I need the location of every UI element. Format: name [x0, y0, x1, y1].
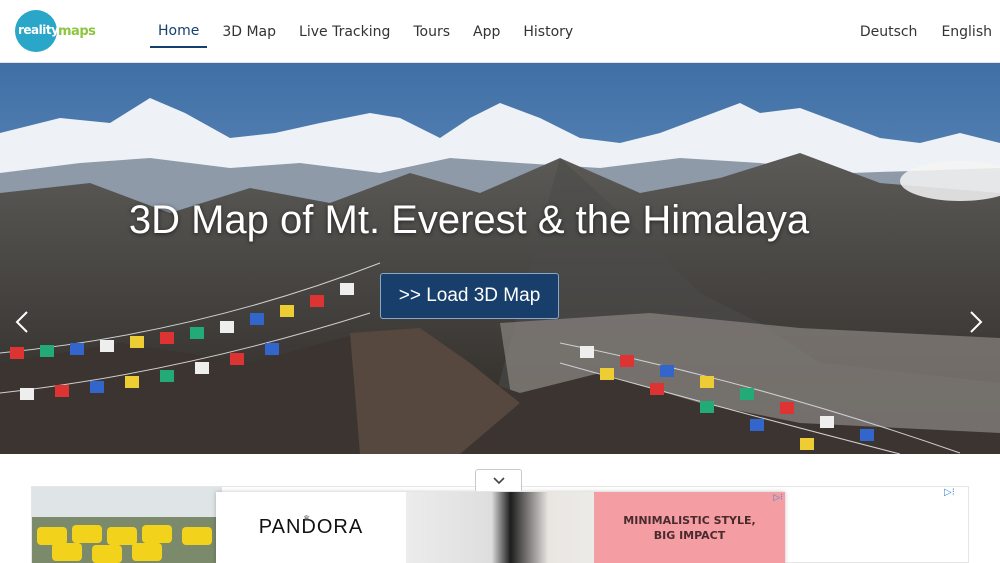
collapse-toggle[interactable]: [475, 469, 522, 491]
nav-home[interactable]: Home: [150, 16, 208, 48]
main-nav: Home 3D Map Live Tracking Tours App Hist…: [150, 0, 588, 63]
load-3d-map-button[interactable]: >> Load 3D Map: [380, 273, 559, 319]
nav-app[interactable]: App: [465, 17, 508, 47]
lang-english[interactable]: English: [941, 24, 992, 40]
lang-deutsch[interactable]: Deutsch: [860, 24, 918, 40]
top-header: reality maps Home 3D Map Live Tracking T…: [0, 0, 1000, 63]
ad-tagline-panel: MINIMALISTIC STYLE, BIG IMPACT: [594, 492, 785, 563]
hero-title: 3D Map of Mt. Everest & the Himalaya: [128, 198, 810, 242]
pandora-advertisement[interactable]: ♛ PANDORA MINIMALISTIC STYLE, BIG IMPACT…: [216, 492, 785, 563]
nav-3d-map[interactable]: 3D Map: [214, 17, 284, 47]
logo-text-maps: maps: [58, 23, 96, 39]
chevron-right-icon: [970, 311, 983, 333]
ad-jewelry-photo: [406, 492, 596, 563]
crown-icon: ♛: [303, 514, 312, 523]
logo-text-reality: reality: [18, 23, 59, 37]
hero-carousel: [0, 63, 1000, 454]
chevron-down-icon: [492, 476, 505, 484]
reality-maps-logo[interactable]: reality maps: [15, 10, 96, 52]
pandora-logo: ♛ PANDORA: [216, 492, 406, 563]
ad-tagline-line1: MINIMALISTIC STYLE,: [623, 513, 756, 527]
carousel-prev-arrow[interactable]: [10, 308, 34, 336]
nav-live-tracking[interactable]: Live Tracking: [291, 17, 398, 47]
language-switcher: Deutsch English: [836, 0, 992, 63]
chevron-left-icon: [15, 311, 28, 333]
adchoices-outer-icon[interactable]: ▷⁝: [944, 487, 955, 498]
nav-tours[interactable]: Tours: [405, 17, 458, 47]
adchoices-icon[interactable]: ▷⁝: [773, 493, 783, 503]
ad-left-image[interactable]: [32, 487, 222, 563]
nav-history[interactable]: History: [515, 17, 581, 47]
logo-circle: reality: [15, 10, 59, 52]
ad-tagline-line2: BIG IMPACT: [653, 528, 726, 542]
carousel-next-arrow[interactable]: [964, 308, 988, 336]
taxi-photo: [32, 487, 222, 563]
himalaya-background-image: [0, 63, 1000, 454]
